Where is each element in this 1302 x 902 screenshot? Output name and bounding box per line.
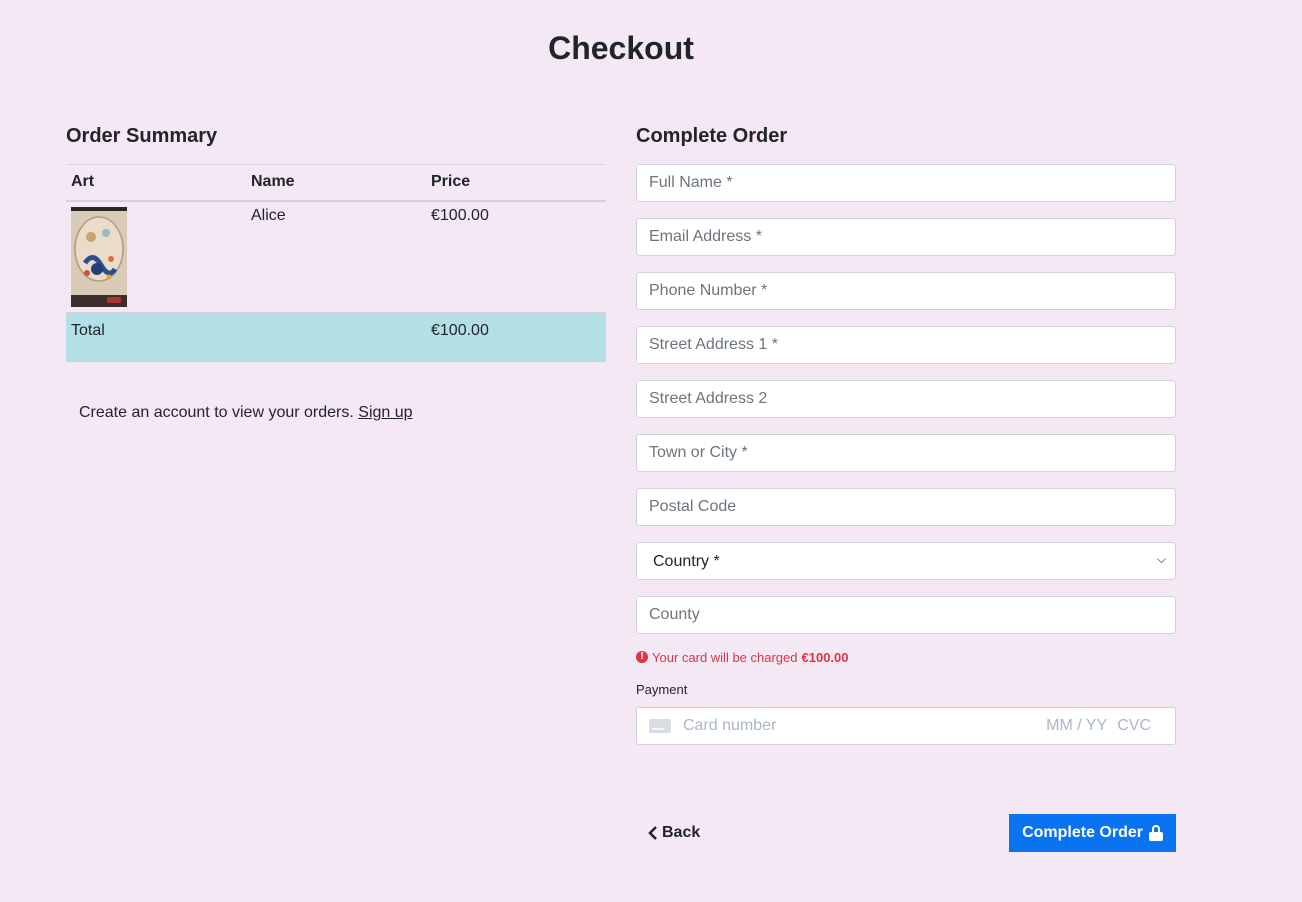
table-header-row: Art Name Price <box>66 164 606 202</box>
card-number-field[interactable]: Card number <box>683 717 1046 735</box>
order-summary-section: Order Summary Art Name Price Alice €100.… <box>66 124 606 422</box>
order-summary-table: Art Name Price Alice €100.00 Total €100.… <box>66 164 606 362</box>
column-header-art: Art <box>66 164 246 202</box>
exclamation-circle-icon: ! <box>636 651 648 663</box>
payment-label: Payment <box>636 682 688 697</box>
item-price: €100.00 <box>426 200 606 313</box>
postal-code-input[interactable] <box>636 488 1176 526</box>
back-button[interactable]: Back <box>648 814 700 852</box>
order-summary-heading: Order Summary <box>66 125 218 147</box>
art-cell <box>66 200 246 313</box>
credit-card-icon <box>649 719 671 733</box>
charge-text: Your card will be charged <box>652 649 798 665</box>
street-address-1-input[interactable] <box>636 326 1176 364</box>
column-header-price: Price <box>426 164 606 202</box>
artwork-thumbnail <box>71 206 127 307</box>
country-select-wrapper: Country * ⌵ <box>636 542 1176 580</box>
charge-notice: ! Your card will be charged €100.00 <box>636 648 1176 666</box>
charge-amount: €100.00 <box>801 649 849 665</box>
lock-icon <box>1149 825 1163 841</box>
signup-prompt: Create an account to view your orders. S… <box>66 404 606 422</box>
county-input[interactable] <box>636 596 1176 634</box>
chevron-left-icon <box>648 826 657 840</box>
total-value: €100.00 <box>426 312 606 362</box>
phone-input[interactable] <box>636 272 1176 310</box>
email-input[interactable] <box>636 218 1176 256</box>
town-city-input[interactable] <box>636 434 1176 472</box>
signup-link[interactable]: Sign up <box>358 404 412 421</box>
checkout-form: Complete Order Country * ⌵ ! Your card w… <box>636 124 1176 745</box>
complete-order-button[interactable]: Complete Order <box>1009 814 1176 852</box>
back-label: Back <box>662 824 701 841</box>
signup-text: Create an account to view your orders. <box>79 404 354 421</box>
table-row: Alice €100.00 <box>66 200 606 313</box>
column-header-name: Name <box>246 164 426 202</box>
complete-order-heading: Complete Order <box>636 125 788 147</box>
card-element[interactable]: Card number MM / YY CVC <box>636 707 1176 745</box>
complete-order-label: Complete Order <box>1022 824 1143 841</box>
country-select[interactable]: Country * <box>636 542 1176 580</box>
card-expiry-field[interactable]: MM / YY <box>1046 717 1107 735</box>
full-name-input[interactable] <box>636 164 1176 202</box>
page-title: Checkout <box>548 30 694 66</box>
card-cvc-field[interactable]: CVC <box>1117 717 1151 735</box>
form-actions: Back Complete Order <box>636 814 1176 852</box>
total-spacer <box>246 312 426 362</box>
total-label: Total <box>66 312 246 362</box>
street-address-2-input[interactable] <box>636 380 1176 418</box>
item-name: Alice <box>246 200 426 313</box>
total-row: Total €100.00 <box>66 312 606 362</box>
